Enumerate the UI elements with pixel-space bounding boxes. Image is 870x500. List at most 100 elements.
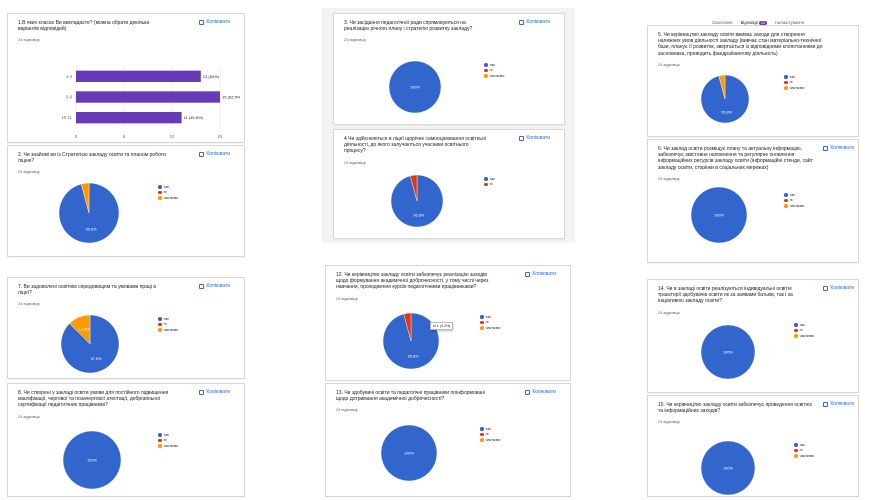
legend-label: ні: [163, 190, 167, 195]
copy-icon: [823, 145, 829, 151]
legend-label: так: [485, 314, 491, 319]
question-title: 7. Ви задоволені освітнім середовищем та…: [18, 284, 157, 297]
form-tabs: Запитання Відповіді 24 Налаштування: [712, 20, 804, 25]
copy-icon: [199, 19, 205, 25]
legend-label: ні: [489, 182, 493, 187]
copy-button[interactable]: Копіювати: [823, 401, 854, 407]
pie-chart: 100%: [380, 424, 438, 482]
legend: так ні частково: [484, 62, 504, 79]
data-label: 11 (45.8%): [184, 115, 204, 120]
copy-button[interactable]: Копіювати: [199, 151, 230, 157]
legend-swatch: [158, 433, 162, 437]
legend-item: частково: [158, 443, 178, 449]
data-label: 13 (54%): [203, 74, 220, 79]
copy-label: Копіювати: [830, 401, 854, 407]
legend-label: так: [789, 192, 795, 197]
slice-tooltip: ні 1 (4.2%): [430, 322, 454, 330]
legend-swatch: [480, 427, 484, 431]
legend-label: ні: [485, 320, 489, 325]
bar: [76, 91, 220, 103]
question-title: 6. Чи заклад освіти розміщує плану та ак…: [658, 146, 813, 171]
bar-chart: 0 5 10 15 1-4 13 (54%) 5-9 15 (62.5%) 10-11 11 (4…: [62, 66, 240, 139]
pie-chart: 100%: [700, 324, 756, 380]
slice-label: 95.8%: [408, 355, 419, 359]
legend-label: ні: [163, 438, 167, 443]
copy-icon: [525, 389, 531, 395]
legend-swatch: [158, 438, 162, 443]
legend-swatch: [158, 328, 162, 332]
legend-swatch: [484, 68, 488, 73]
question-card-4: 4 Чи здійснюються в ліцеї щорічне самооц…: [334, 130, 564, 238]
copy-button[interactable]: Копіювати: [823, 285, 854, 291]
legend-item: частково: [480, 437, 500, 443]
data-label: 15 (62.5%): [222, 95, 240, 100]
slice-label: 12.5%: [79, 328, 90, 332]
legend-item: частково: [784, 203, 804, 209]
question-title: 1.В яких класах Ви викладаєте? (можна об…: [18, 20, 150, 33]
legend-label: так: [489, 176, 495, 181]
legend-label: ні: [789, 80, 793, 85]
legend-label: так: [485, 426, 491, 431]
legend-swatch: [484, 63, 488, 67]
response-count: 24 відповіді: [344, 159, 366, 165]
copy-button[interactable]: Копіювати: [519, 19, 550, 25]
copy-label: Копіювати: [830, 285, 854, 291]
question-title: 5. Чи керівництво закладу освіти вживає …: [658, 32, 823, 57]
legend-swatch: [784, 193, 788, 197]
legend-label: частково: [799, 333, 815, 338]
response-count: 24 відповіді: [18, 413, 40, 419]
x-tick-label: 0: [75, 134, 78, 139]
legend-item: частково: [484, 73, 504, 79]
legend-label: частково: [485, 437, 501, 442]
copy-button[interactable]: Копіювати: [823, 145, 854, 151]
slice-label: 100%: [723, 350, 733, 354]
copy-button[interactable]: Копіювати: [199, 19, 230, 25]
copy-button[interactable]: Копіювати: [199, 389, 230, 395]
copy-button[interactable]: Копіювати: [525, 271, 556, 277]
legend-swatch: [784, 80, 788, 85]
legend: так ні частково: [784, 74, 804, 91]
response-count: 24 відповіді: [18, 169, 40, 175]
legend-label: ні: [485, 432, 489, 437]
legend-label: ні: [799, 448, 803, 453]
copy-icon: [199, 283, 205, 289]
copy-label: Копіювати: [532, 389, 556, 395]
copy-label: Копіювати: [206, 389, 230, 395]
legend-item: частково: [794, 453, 814, 459]
copy-button[interactable]: Копіювати: [519, 135, 550, 141]
copy-label: Копіювати: [206, 283, 230, 289]
legend-label: частково: [789, 85, 805, 90]
copy-label: Копіювати: [532, 271, 556, 277]
bar: [76, 111, 182, 124]
pie-chart: 95.8%: [58, 182, 120, 244]
legend-swatch: [158, 444, 162, 448]
legend: так ні частково: [480, 426, 500, 443]
tab-settings[interactable]: Налаштування: [775, 20, 804, 25]
question-card-12: 12. Чи керівництво закладу освіти забезп…: [326, 266, 570, 380]
legend-swatch: [480, 315, 484, 319]
x-tick-label: 5: [123, 134, 126, 139]
bar: [76, 70, 201, 83]
pie-chart: 95.8%: [382, 312, 440, 370]
question-card-13: 13. Чи здобувачі освіти та педагогічні п…: [326, 384, 570, 496]
slice-label: 95.8%: [86, 228, 97, 232]
question-card-5: 5. Чи керівництво закладу освіти вживає …: [648, 26, 858, 136]
pie-chart: 100%: [62, 430, 122, 490]
tab-responses[interactable]: Відповіді 24: [741, 20, 768, 25]
legend-label: ні: [789, 198, 793, 203]
legend-swatch: [484, 177, 488, 181]
copy-button[interactable]: Копіювати: [525, 389, 556, 395]
copy-button[interactable]: Копіювати: [199, 283, 230, 289]
legend-swatch: [784, 86, 788, 90]
copy-icon: [525, 271, 531, 277]
legend-swatch: [794, 323, 798, 327]
legend-swatch: [480, 326, 484, 330]
response-count: 24 відповіді: [658, 419, 680, 425]
tab-questions[interactable]: Запитання: [712, 20, 733, 25]
question-card-2: 2. Чи знайомі ви із Стратегією закладу о…: [8, 146, 244, 256]
legend: так ні частково: [158, 316, 178, 333]
legend-label: ні: [489, 68, 493, 73]
legend-label: частково: [485, 325, 501, 330]
legend-label: так: [489, 62, 495, 67]
copy-label: Копіювати: [206, 19, 230, 25]
